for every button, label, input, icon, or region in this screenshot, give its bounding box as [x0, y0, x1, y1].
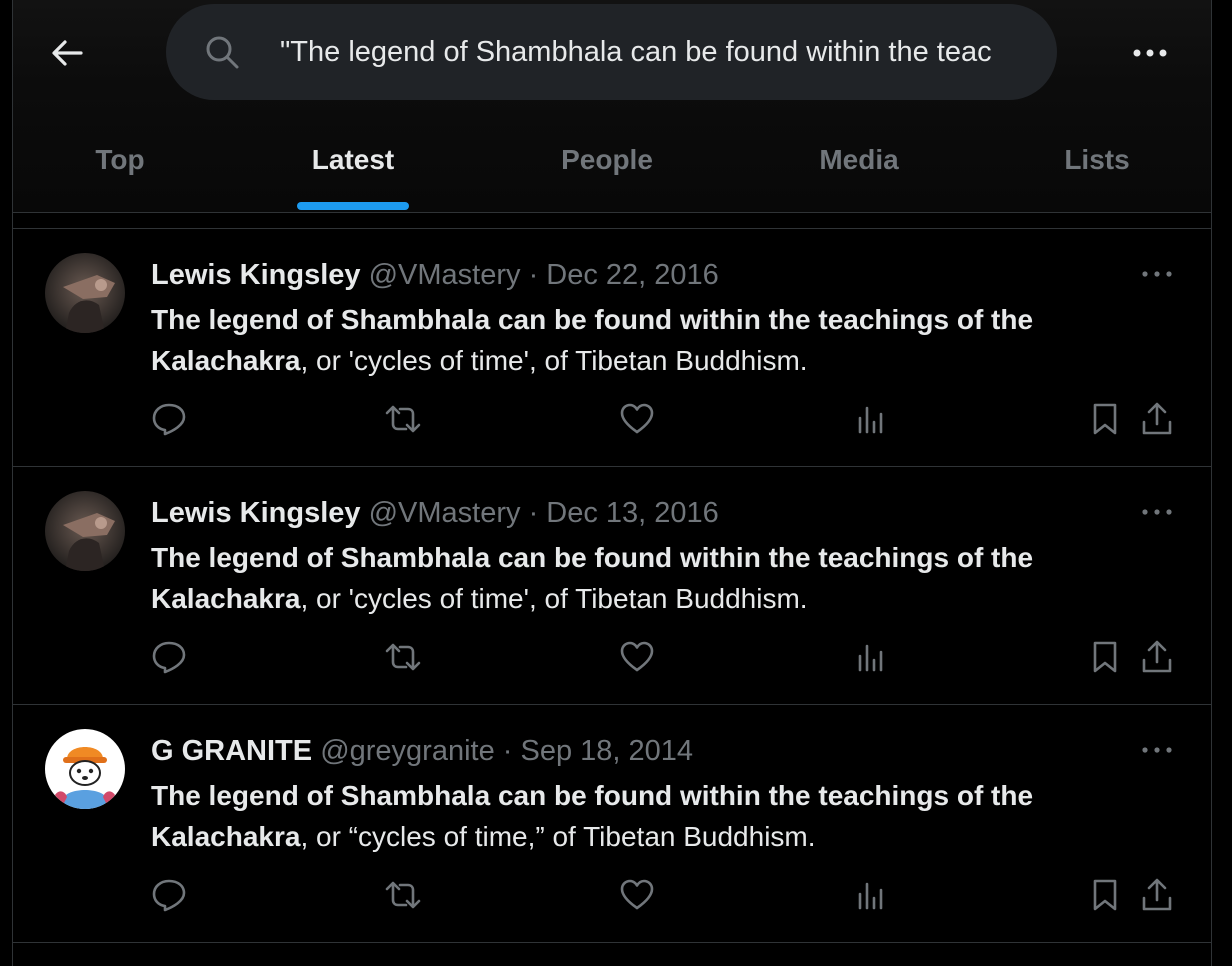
author-name[interactable]: Lewis Kingsley [151, 259, 361, 291]
like-button[interactable] [617, 399, 657, 439]
views-icon [858, 406, 883, 434]
more-horizontal-icon [1142, 509, 1172, 515]
tweet-text: The legend of Shambhala can be found wit… [151, 299, 1141, 381]
views-button[interactable] [851, 637, 891, 677]
tweet[interactable]: Lewis Kingsley @VMastery · Dec 13, 2016 … [13, 467, 1211, 704]
search-header: "The legend of Shambhala can be found wi… [13, 0, 1211, 212]
tweet-rest-text: , or 'cycles of time', of Tibetan Buddhi… [300, 345, 808, 376]
search-tabs: Top Latest People Media Lists [13, 120, 1211, 212]
share-button[interactable] [1137, 399, 1177, 439]
arrow-left-icon [52, 40, 83, 66]
reply-button[interactable] [149, 875, 189, 915]
search-icon [206, 36, 239, 69]
reply-icon [152, 403, 186, 436]
views-button[interactable] [851, 399, 891, 439]
bookmark-button[interactable] [1085, 399, 1125, 439]
retweet-icon [385, 405, 421, 433]
author-handle[interactable]: @VMastery [369, 497, 521, 529]
more-options-button[interactable] [1126, 33, 1174, 73]
share-icon [1142, 878, 1172, 911]
tab-label: Top [95, 144, 145, 175]
tweet-header: G GRANITE @greygranite · Sep 18, 2014 [151, 733, 693, 769]
like-button[interactable] [617, 637, 657, 677]
tweet-rest-text: , or “cycles of time,” of Tibetan Buddhi… [300, 821, 816, 852]
tab-label: Lists [1064, 144, 1130, 175]
retweet-button[interactable] [383, 875, 423, 915]
tweet-more-button[interactable] [1137, 259, 1177, 289]
bookmark-icon [1093, 879, 1117, 911]
meta-separator: · [528, 259, 539, 291]
author-name[interactable]: Lewis Kingsley [151, 497, 361, 529]
cartoon-dog-avatar-icon [45, 729, 125, 809]
tab-lists[interactable]: Lists [983, 120, 1211, 212]
retweet-icon [385, 643, 421, 671]
tweet-more-button[interactable] [1137, 735, 1177, 765]
tab-latest[interactable]: Latest [227, 120, 479, 212]
like-button[interactable] [617, 875, 657, 915]
heart-icon [620, 641, 654, 672]
tab-people[interactable]: People [479, 120, 735, 212]
tweet-date[interactable]: Sep 18, 2014 [521, 735, 694, 767]
avatar[interactable] [45, 491, 125, 571]
tweet-date[interactable]: Dec 22, 2016 [546, 259, 719, 291]
tweet-date[interactable]: Dec 13, 2016 [546, 497, 719, 529]
dark-photo-avatar-icon [45, 491, 125, 571]
avatar[interactable] [45, 253, 125, 333]
tweet-header: Lewis Kingsley @VMastery · Dec 13, 2016 [151, 495, 719, 531]
reply-button[interactable] [149, 637, 189, 677]
heart-icon [620, 879, 654, 910]
reply-icon [152, 879, 186, 912]
more-horizontal-icon [1133, 49, 1167, 57]
share-button[interactable] [1137, 875, 1177, 915]
bookmark-icon [1093, 403, 1117, 435]
author-handle[interactable]: @greygranite [320, 735, 495, 767]
search-box[interactable]: "The legend of Shambhala can be found wi… [166, 4, 1057, 100]
avatar[interactable] [45, 729, 125, 809]
active-tab-indicator [297, 202, 409, 210]
retweet-button[interactable] [383, 399, 423, 439]
retweet-button[interactable] [383, 637, 423, 677]
tweet-header: Lewis Kingsley @VMastery · Dec 22, 2016 [151, 257, 719, 293]
author-handle[interactable]: @VMastery [369, 259, 521, 291]
back-button[interactable] [45, 31, 89, 75]
views-icon [858, 882, 883, 910]
retweet-icon [385, 881, 421, 909]
tweet-text: The legend of Shambhala can be found wit… [151, 537, 1141, 619]
tab-top[interactable]: Top [13, 120, 227, 212]
more-horizontal-icon [1142, 747, 1172, 753]
meta-separator: · [528, 497, 539, 529]
more-horizontal-icon [1142, 271, 1172, 277]
tweet-text: The legend of Shambhala can be found wit… [151, 775, 1141, 857]
bookmark-button[interactable] [1085, 875, 1125, 915]
tab-label: Media [819, 144, 899, 175]
tweet[interactable]: G GRANITE @greygranite · Sep 18, 2014 Th… [13, 705, 1211, 942]
divider [13, 942, 1211, 943]
tab-media[interactable]: Media [735, 120, 983, 212]
meta-separator: · [502, 735, 513, 767]
dark-photo-avatar-icon [45, 253, 125, 333]
reply-icon [152, 641, 186, 674]
views-icon [858, 644, 883, 672]
tab-label: People [561, 144, 653, 175]
search-results-column: "The legend of Shambhala can be found wi… [12, 0, 1212, 966]
search-input[interactable]: "The legend of Shambhala can be found wi… [280, 32, 1030, 72]
reply-button[interactable] [149, 399, 189, 439]
divider [13, 212, 1211, 213]
tweet-more-button[interactable] [1137, 497, 1177, 527]
tweet[interactable]: Lewis Kingsley @VMastery · Dec 22, 2016 … [13, 229, 1211, 466]
bookmark-icon [1093, 641, 1117, 673]
bookmark-button[interactable] [1085, 637, 1125, 677]
share-button[interactable] [1137, 637, 1177, 677]
tweet-rest-text: , or 'cycles of time', of Tibetan Buddhi… [300, 583, 808, 614]
share-icon [1142, 402, 1172, 435]
heart-icon [620, 403, 654, 434]
share-icon [1142, 640, 1172, 673]
author-name[interactable]: G GRANITE [151, 735, 312, 767]
views-button[interactable] [851, 875, 891, 915]
